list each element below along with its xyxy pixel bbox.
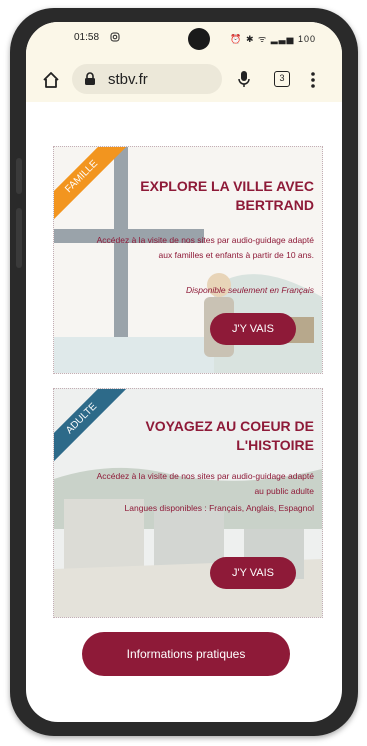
status-icons: ⏰ ✱ ᯤ ▂▃▅ 100 bbox=[230, 34, 316, 44]
screen: 01:58 ⏰ ✱ ᯤ ▂▃▅ 100 stbv.fr 3 FAMILLE EX… bbox=[26, 22, 342, 722]
card-description: Accédez à la visite de nos sites par aud… bbox=[96, 235, 314, 260]
tab-count: 3 bbox=[279, 73, 285, 83]
address-bar[interactable]: stbv.fr bbox=[72, 64, 222, 94]
page-content: FAMILLE EXPLORE LA VILLE AVEC BERTRAND A… bbox=[26, 102, 342, 722]
status-bar: 01:58 ⏰ ✱ ᯤ ▂▃▅ 100 bbox=[26, 22, 342, 58]
instagram-icon bbox=[110, 32, 120, 42]
card-title-line: L'HISTOIRE bbox=[236, 437, 314, 453]
side-button bbox=[16, 208, 22, 268]
card-note: Disponible seulement en Français bbox=[185, 285, 314, 295]
card-title-line: EXPLORE LA VILLE AVEC bbox=[140, 178, 314, 194]
side-button bbox=[16, 158, 22, 194]
phone-frame: 01:58 ⏰ ✱ ᯤ ▂▃▅ 100 stbv.fr 3 FAMILLE EX… bbox=[10, 8, 358, 736]
card-title-line: VOYAGEZ AU COEUR DE bbox=[145, 418, 314, 434]
more-menu-icon[interactable] bbox=[310, 71, 316, 89]
tab-switcher-button[interactable]: 3 bbox=[274, 71, 290, 87]
card-languages: Langues disponibles : Français, Anglais,… bbox=[124, 503, 314, 513]
card-description: Accédez à la visite de nos sites par aud… bbox=[96, 471, 314, 496]
lock-icon bbox=[85, 72, 95, 85]
home-icon[interactable] bbox=[42, 71, 60, 89]
family-go-button[interactable]: J'Y VAIS bbox=[210, 313, 296, 345]
microphone-icon[interactable] bbox=[238, 70, 250, 88]
front-camera bbox=[188, 28, 210, 50]
family-tour-card: FAMILLE EXPLORE LA VILLE AVEC BERTRAND A… bbox=[53, 146, 323, 374]
card-title: EXPLORE LA VILLE AVEC BERTRAND bbox=[84, 177, 314, 215]
card-title-line: BERTRAND bbox=[235, 197, 314, 213]
adult-go-button[interactable]: J'Y VAIS bbox=[210, 557, 296, 589]
status-time: 01:58 bbox=[74, 32, 100, 43]
card-title: VOYAGEZ AU COEUR DE L'HISTOIRE bbox=[84, 417, 314, 455]
adult-tour-card: ADULTE VOYAGEZ AU COEUR DE L'HISTOIRE Ac… bbox=[53, 388, 323, 618]
url-text: stbv.fr bbox=[108, 71, 148, 88]
browser-toolbar: stbv.fr 3 bbox=[26, 58, 342, 102]
practical-info-button[interactable]: Informations pratiques bbox=[82, 632, 290, 676]
